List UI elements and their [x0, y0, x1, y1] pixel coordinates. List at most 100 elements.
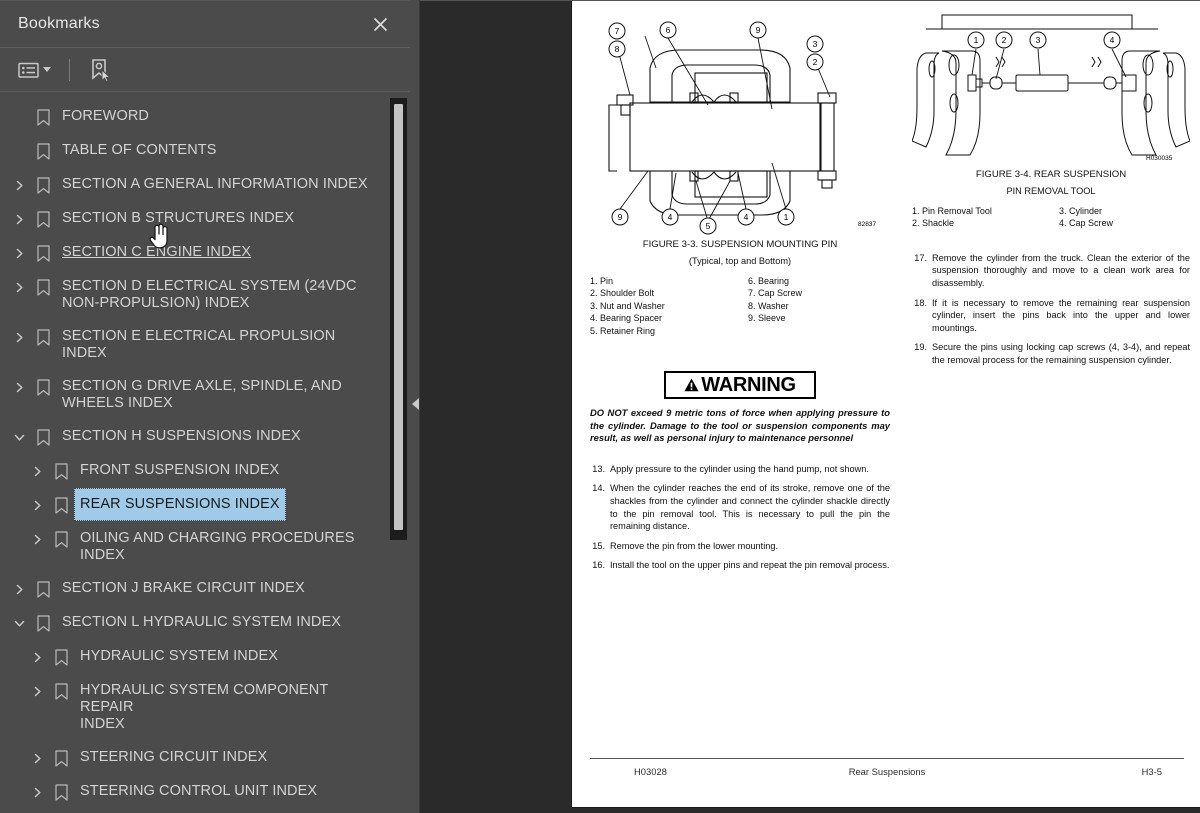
bookmark-item[interactable]: SECTION E ELECTRICAL PROPULSION INDEX — [0, 320, 388, 370]
panel-divider[interactable] — [410, 0, 420, 813]
bookmark-icon — [36, 244, 50, 262]
chevron-right-icon — [16, 584, 23, 594]
figure-left-parts-list: 1. Pin 2. Shoulder Bolt 3. Nut and Washe… — [590, 275, 890, 337]
suspension-mounting-pin-diagram: 7 8 6 9 3 2 9 4 5 4 1 82837 — [608, 21, 876, 235]
bookmark-item-label: OILING AND CHARGING PROCEDURES INDEX — [80, 530, 355, 563]
chevron-down-icon — [43, 67, 51, 72]
bookmark-glyph — [48, 775, 74, 809]
bookmark-item[interactable]: SECTION C ENGINE INDEX — [0, 236, 388, 270]
toolbar-separator — [69, 58, 70, 81]
bookmark-icon — [54, 530, 68, 548]
chevron-right-icon — [34, 787, 41, 797]
warning-badge: WARNING — [664, 371, 816, 400]
svg-text:9: 9 — [618, 212, 623, 222]
bookmark-item[interactable]: FOREWORD — [0, 100, 388, 134]
tree-twisty-collapsed[interactable] — [26, 674, 48, 708]
figure-3-3: 7 8 6 9 3 2 9 4 5 4 1 82837 — [590, 13, 890, 235]
tree-twisty-collapsed[interactable] — [8, 168, 30, 202]
bookmark-glyph — [30, 168, 56, 202]
bookmark-item-label: TABLE OF CONTENTS — [62, 142, 217, 158]
figure-3-4: 1 2 3 4 H030035 — [911, 13, 1191, 165]
bookmark-item-label: SECTION L HYDRAULIC SYSTEM INDEX — [62, 614, 342, 630]
chevron-right-icon — [34, 466, 41, 476]
bookmarks-panel-header: Bookmarks — [0, 1, 410, 48]
tree-twisty-collapsed[interactable] — [8, 202, 30, 236]
bookmark-icon — [54, 749, 68, 767]
bookmark-glyph — [48, 674, 74, 708]
bookmark-item[interactable]: OILING AND CHARGING PROCEDURES INDEX — [0, 522, 388, 572]
page-content: 7 8 6 9 3 2 9 4 5 4 1 82837 FIGURE 3-3. … — [572, 1, 1200, 758]
bookmark-item[interactable]: SECTION L HYDRAULIC SYSTEM INDEX — [0, 606, 388, 640]
bookmark-item[interactable]: STEERING CIRCUIT COMPONENT REPAIR — [0, 809, 388, 813]
bookmark-icon — [54, 496, 68, 514]
bookmarks-scrollbar[interactable] — [390, 98, 407, 540]
bookmark-item[interactable]: STEERING CIRCUIT INDEX — [0, 741, 388, 775]
bookmark-item[interactable]: SECTION H SUSPENSIONS INDEX — [0, 420, 388, 454]
tree-twisty-collapsed[interactable] — [26, 454, 48, 488]
bookmark-item[interactable]: FRONT SUSPENSION INDEX — [0, 454, 388, 488]
parts-column-2: 3. Cylinder 4. Cap Screw — [1043, 205, 1190, 230]
footer-document-code: H03028 — [634, 766, 667, 777]
tree-twisty-collapsed[interactable] — [8, 572, 30, 606]
chevron-down-icon — [14, 620, 24, 627]
scrollbar-thumb[interactable] — [394, 104, 403, 530]
svg-text:4: 4 — [744, 212, 749, 222]
bookmark-item[interactable]: SECTION J BRAKE CIRCUIT INDEX — [0, 572, 388, 606]
bookmark-glyph — [30, 420, 56, 454]
bookmark-item[interactable]: SECTION B STRUCTURES INDEX — [0, 202, 388, 236]
svg-text:5: 5 — [706, 221, 711, 231]
part-item: 4. Cap Screw — [1059, 218, 1114, 229]
figure-drawing-number: H030035 — [1146, 155, 1173, 162]
part-item: 5. Retainer Ring — [590, 325, 656, 336]
tree-twisty-collapsed[interactable] — [8, 270, 30, 304]
tree-twisty-collapsed[interactable] — [26, 741, 48, 775]
tree-twisty-collapsed[interactable] — [26, 640, 48, 674]
bookmark-options-button[interactable] — [14, 55, 55, 85]
part-item: 6. Bearing — [748, 276, 790, 286]
chevron-right-icon — [16, 382, 23, 392]
tree-twisty-collapsed[interactable] — [8, 236, 30, 270]
close-button[interactable] — [366, 10, 394, 38]
bookmarks-panel: Bookmarks FOREWORD TABLE OF CONTENTS SEC… — [0, 0, 410, 813]
svg-text:4: 4 — [1110, 35, 1115, 45]
svg-text:9: 9 — [756, 25, 761, 35]
bookmark-item[interactable]: HYDRAULIC SYSTEM INDEX — [0, 640, 388, 674]
bookmark-item[interactable]: SECTION A GENERAL INFORMATION INDEX — [0, 168, 388, 202]
tree-twisty-collapsed[interactable] — [8, 320, 30, 354]
bookmark-glyph — [30, 572, 56, 606]
tree-twisty-collapsed[interactable] — [26, 488, 48, 522]
figure-right-caption: FIGURE 3-4. REAR SUSPENSION — [975, 169, 1127, 180]
step-item: 18. If it is necessary to remove the rem… — [912, 297, 1190, 335]
step-number: 15. — [592, 540, 605, 551]
bookmark-glyph — [30, 606, 56, 640]
bookmark-icon — [36, 210, 50, 228]
collapse-left-arrow-icon[interactable] — [412, 398, 419, 410]
bookmarks-tree[interactable]: FOREWORD TABLE OF CONTENTS SECTION A GENER… — [0, 92, 410, 813]
tree-twisty-collapsed[interactable] — [26, 522, 48, 556]
bookmark-item[interactable]: REAR SUSPENSIONS INDEX — [0, 488, 388, 522]
step-text: Install the tool on the upper pins and r… — [610, 560, 890, 571]
bookmark-icon — [36, 278, 50, 296]
steps-right: 17. Remove the cylinder from the truck. … — [912, 252, 1190, 367]
svg-text:3: 3 — [813, 39, 818, 49]
bookmark-item-label: SECTION D ELECTRICAL SYSTEM (24VDC NON-P… — [62, 278, 357, 311]
tree-twisty-expanded[interactable] — [8, 420, 30, 454]
part-item: 9. Sleeve — [748, 313, 786, 324]
bookmark-item[interactable]: SECTION D ELECTRICAL SYSTEM (24VDC NON-P… — [0, 270, 388, 320]
svg-text:7: 7 — [615, 26, 620, 36]
part-item: 3. Nut and Washer — [590, 300, 665, 311]
bookmark-item[interactable]: HYDRAULIC SYSTEM COMPONENT REPAIR INDEX — [0, 674, 388, 741]
part-item: 2. Shackle — [912, 218, 955, 229]
tree-twisty-collapsed[interactable] — [26, 809, 48, 813]
tree-twisty-collapsed[interactable] — [26, 775, 48, 809]
bookmark-item[interactable]: SECTION G DRIVE AXLE, SPINDLE, AND WHEEL… — [0, 370, 388, 420]
list-options-icon — [18, 62, 39, 78]
bookmark-item-label: SECTION B STRUCTURES INDEX — [62, 210, 295, 226]
bookmark-item[interactable]: TABLE OF CONTENTS — [0, 134, 388, 168]
parts-column-1: 1. Pin Removal Tool 2. Shackle — [912, 205, 1043, 230]
tree-twisty-collapsed[interactable] — [8, 370, 30, 404]
tree-twisty-expanded[interactable] — [8, 606, 30, 640]
bookmark-glyph — [48, 809, 74, 813]
new-bookmark-button[interactable] — [84, 55, 116, 85]
bookmark-item[interactable]: STEERING CONTROL UNIT INDEX — [0, 775, 388, 809]
